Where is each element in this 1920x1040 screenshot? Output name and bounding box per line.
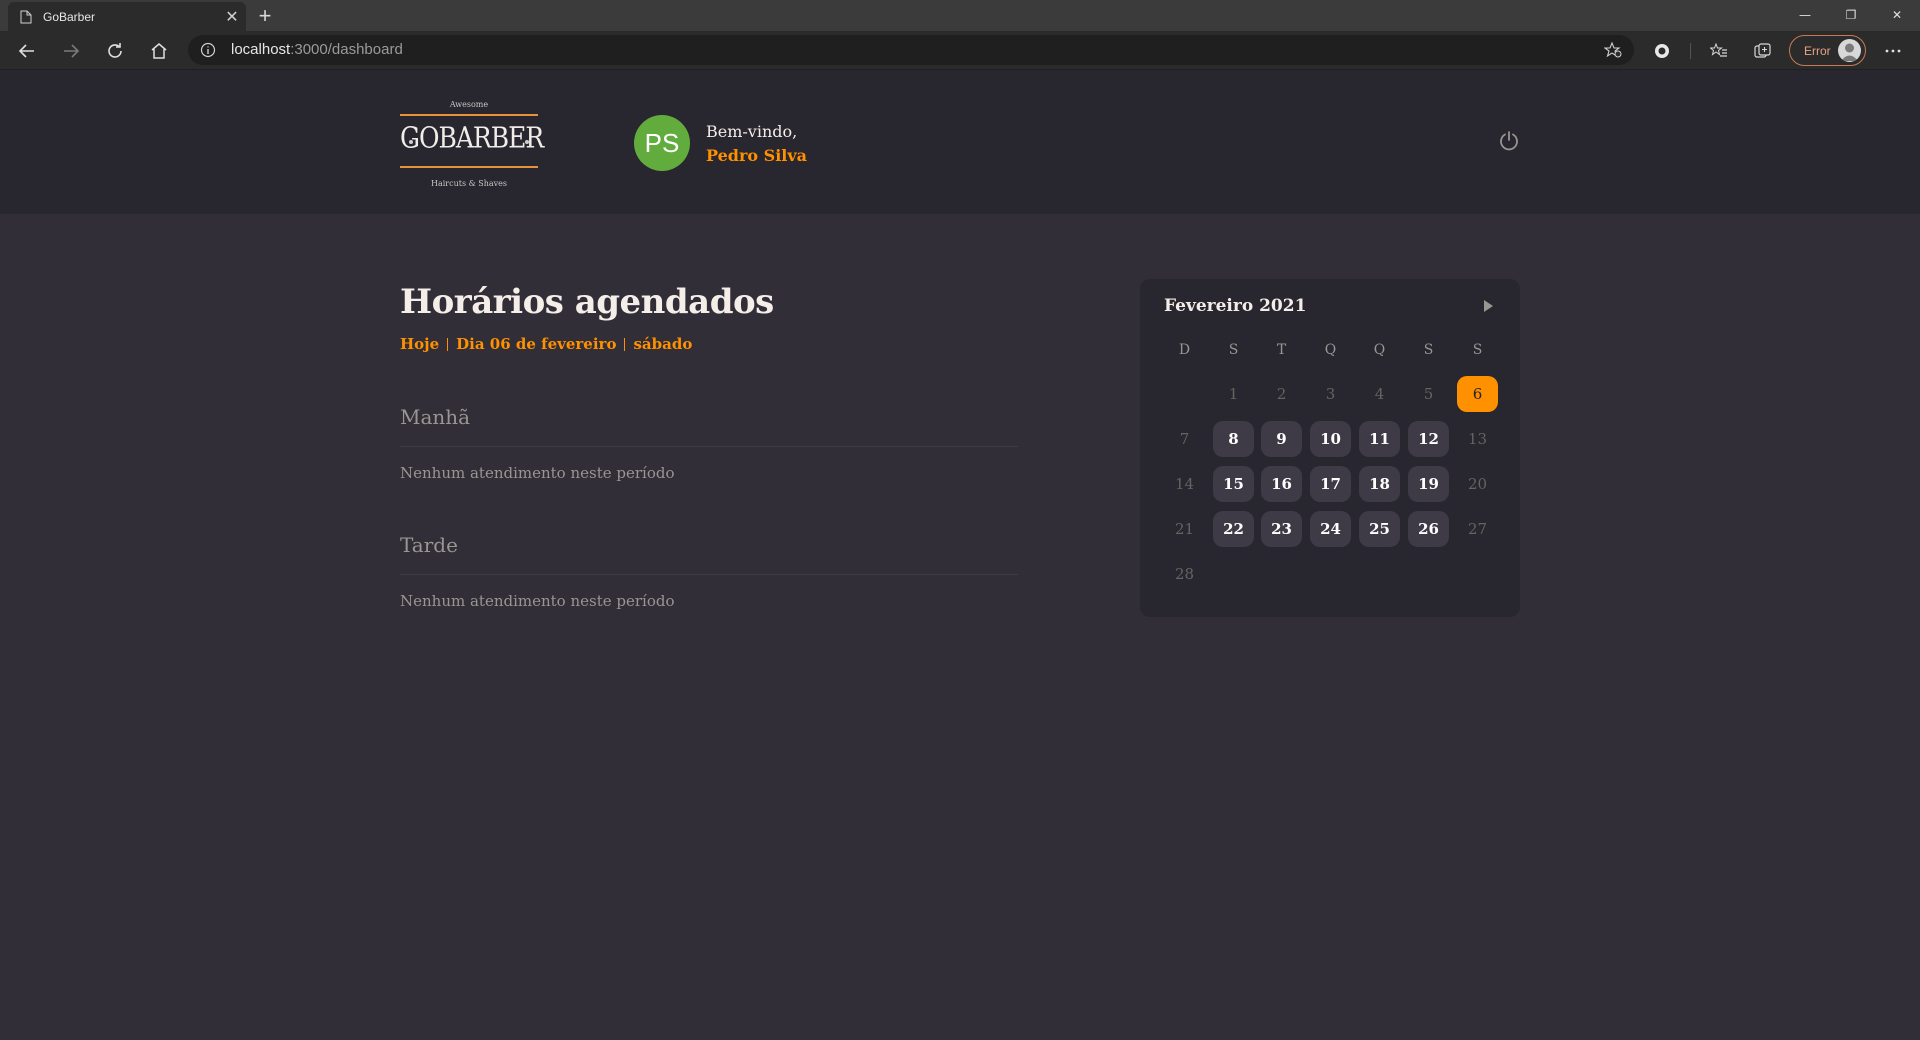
- browser-titlebar: GoBarber ✕ + — ❐ ✕: [0, 0, 1920, 31]
- weekday-header: Q: [1373, 342, 1386, 358]
- next-month-icon[interactable]: [1480, 298, 1496, 314]
- browser-tab[interactable]: GoBarber ✕: [8, 2, 246, 31]
- profile-error-label: Error: [1804, 44, 1831, 58]
- calendar-day: 13: [1467, 430, 1488, 448]
- logo-brand: GOBARBER: [400, 120, 544, 155]
- page-icon: [20, 10, 32, 23]
- date-label: Dia 06 de fevereiro: [456, 335, 617, 353]
- calendar-day[interactable]: 8: [1213, 421, 1254, 457]
- calendar-day[interactable]: 25: [1359, 511, 1400, 547]
- section-title-morning: Manhã: [400, 405, 471, 429]
- calendar-day: 7: [1179, 430, 1190, 448]
- gobarber-logo: Awesome GOBARBER Haircuts & Shaves: [400, 100, 544, 190]
- reload-icon[interactable]: [99, 35, 131, 67]
- user-avatar[interactable]: PS: [634, 115, 690, 171]
- tab-title: GoBarber: [43, 9, 96, 24]
- app-header: Awesome GOBARBER Haircuts & Shaves PS Be…: [0, 70, 1920, 214]
- section-divider: [400, 574, 1018, 575]
- calendar-day: 21: [1174, 520, 1195, 538]
- calendar-day: 14: [1174, 475, 1195, 493]
- calendar-day[interactable]: 26: [1408, 511, 1449, 547]
- calendar-day[interactable]: 6: [1457, 376, 1498, 412]
- today-label: Hoje: [400, 335, 440, 353]
- logo-dot-right: [525, 140, 529, 144]
- calendar-day: 5: [1423, 385, 1434, 403]
- calendar-day: 20: [1467, 475, 1488, 493]
- url-text[interactable]: localhost:3000/dashboard: [231, 41, 403, 58]
- calendar-day: 3: [1325, 385, 1336, 403]
- collections-icon[interactable]: [1749, 35, 1777, 67]
- calendar-day[interactable]: 15: [1213, 466, 1254, 502]
- favorites-icon[interactable]: [1705, 35, 1733, 67]
- weekday-label: sábado: [633, 335, 693, 353]
- add-favorite-icon[interactable]: [1604, 42, 1622, 58]
- calendar-day[interactable]: 19: [1408, 466, 1449, 502]
- calendar-day[interactable]: 10: [1310, 421, 1351, 457]
- address-bar[interactable]: localhost:3000/dashboard: [188, 35, 1634, 65]
- calendar-day: 4: [1374, 385, 1385, 403]
- window-controls: — ❐ ✕: [1782, 0, 1920, 31]
- new-tab-icon[interactable]: +: [252, 3, 278, 28]
- calendar: Fevereiro 2021 D S T Q Q S S 1 2 3 4 5 6 7 8 9 10 11 12 13 1…: [1140, 279, 1520, 617]
- weekday-header: S: [1228, 342, 1239, 358]
- calendar-day[interactable]: 9: [1261, 421, 1302, 457]
- welcome-text: Bem-vindo,: [706, 122, 798, 141]
- power-icon[interactable]: [1497, 129, 1521, 153]
- calendar-day: 2: [1276, 385, 1287, 403]
- empty-afternoon-message: Nenhum atendimento neste período: [400, 592, 675, 610]
- date-subtitle: Hoje Dia 06 de fevereiro sábado: [400, 335, 692, 353]
- section-divider: [400, 446, 1018, 447]
- weekday-header: Q: [1324, 342, 1337, 358]
- logo-tagline-top: Awesome: [449, 100, 489, 109]
- profile-link[interactable]: Pedro Silva: [706, 146, 807, 165]
- weekday-header: S: [1472, 342, 1483, 358]
- calendar-day: 28: [1174, 565, 1195, 583]
- calendar-day[interactable]: 12: [1408, 421, 1449, 457]
- browser-toolbar: localhost:3000/dashboard: [0, 31, 1920, 70]
- section-title-afternoon: Tarde: [400, 533, 458, 557]
- profile-error-button[interactable]: Error: [1789, 35, 1866, 66]
- back-icon[interactable]: [11, 35, 43, 67]
- restore-icon[interactable]: ❐: [1828, 0, 1874, 30]
- window-close-icon[interactable]: ✕: [1874, 0, 1920, 30]
- site-info-icon[interactable]: [200, 42, 216, 58]
- tab-close-icon[interactable]: ✕: [218, 3, 246, 31]
- weekday-header: D: [1178, 342, 1191, 358]
- calendar-day[interactable]: 22: [1213, 511, 1254, 547]
- calendar-day[interactable]: 18: [1359, 466, 1400, 502]
- weekday-header: T: [1276, 342, 1287, 358]
- more-menu-icon[interactable]: [1878, 35, 1908, 67]
- calendar-day: 1: [1228, 385, 1239, 403]
- empty-morning-message: Nenhum atendimento neste período: [400, 464, 675, 482]
- calendar-month: Fevereiro 2021: [1164, 296, 1307, 316]
- minimize-icon[interactable]: —: [1782, 0, 1828, 30]
- toolbar-separator: [1690, 43, 1691, 59]
- page-title: Horários agendados: [400, 282, 774, 322]
- home-icon[interactable]: [143, 35, 175, 67]
- logo-line-top: [400, 114, 538, 116]
- weekday-header: S: [1423, 342, 1434, 358]
- calendar-day[interactable]: 23: [1261, 511, 1302, 547]
- forward-icon[interactable]: [55, 35, 87, 67]
- calendar-day[interactable]: 17: [1310, 466, 1351, 502]
- calendar-day[interactable]: 16: [1261, 466, 1302, 502]
- subtitle-divider: [447, 337, 449, 351]
- extension-icon[interactable]: [1648, 35, 1676, 67]
- calendar-day[interactable]: 11: [1359, 421, 1400, 457]
- logo-tagline-bottom: Haircuts & Shaves: [430, 179, 508, 188]
- calendar-day[interactable]: 24: [1310, 511, 1351, 547]
- logo-line-bottom: [400, 166, 538, 168]
- profile-avatar-icon: [1838, 39, 1861, 62]
- subtitle-divider: [624, 337, 626, 351]
- calendar-day: 27: [1467, 520, 1488, 538]
